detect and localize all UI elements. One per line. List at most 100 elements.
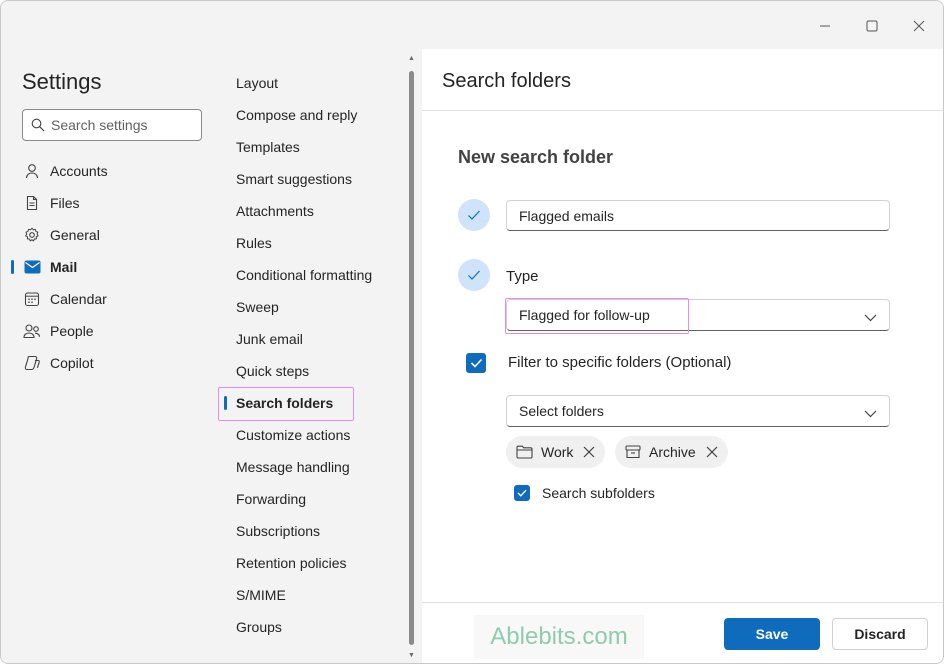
highlight-box bbox=[505, 298, 689, 334]
chip-label: Work bbox=[541, 444, 574, 460]
subnav-item-compose-and-reply[interactable]: Compose and reply bbox=[221, 99, 411, 131]
subnav-item-label: Junk email bbox=[236, 331, 303, 347]
subnav-item-junk-email[interactable]: Junk email bbox=[221, 323, 411, 355]
archive-icon bbox=[625, 445, 641, 459]
search-subfolders-checkbox[interactable] bbox=[514, 485, 530, 501]
file-icon bbox=[23, 194, 41, 212]
section-title: New search folder bbox=[458, 147, 614, 167]
type-dropdown[interactable]: Flagged for follow-up bbox=[505, 298, 890, 334]
filter-folders-checkbox[interactable] bbox=[466, 353, 486, 373]
nav-item-general[interactable]: General bbox=[1, 219, 221, 251]
subnav-scrollbar[interactable]: ▲ ▼ bbox=[407, 55, 415, 661]
type-label: Type bbox=[506, 268, 539, 285]
page-title: Search folders bbox=[442, 70, 571, 92]
checkmark-icon bbox=[470, 358, 482, 368]
minimize-button[interactable] bbox=[810, 11, 840, 41]
subnav-item-smime[interactable]: S/MIME bbox=[221, 579, 411, 611]
subnav-item-label: Conditional formatting bbox=[236, 267, 373, 283]
mail-icon bbox=[23, 258, 41, 276]
subnav-item-label: Retention policies bbox=[236, 555, 347, 571]
subnav-item-label: Smart suggestions bbox=[236, 171, 352, 187]
subnav-item-label: S/MIME bbox=[236, 587, 286, 603]
nav-item-label: Copilot bbox=[50, 355, 94, 371]
subnav-item-customize-actions[interactable]: Customize actions bbox=[221, 419, 411, 451]
folder-icon bbox=[516, 445, 533, 459]
subnav-item-search-folders[interactable]: Search folders bbox=[218, 387, 411, 421]
title-bar bbox=[1, 1, 943, 49]
panel-header: Search folders bbox=[422, 49, 943, 111]
subnav-item-label: Forwarding bbox=[236, 491, 307, 507]
subnav-item-rules[interactable]: Rules bbox=[221, 227, 411, 259]
subnav-item-smart-suggestions[interactable]: Smart suggestions bbox=[221, 163, 411, 195]
settings-window: Settings Accounts Files bbox=[0, 0, 944, 664]
folder-chip-work: Work bbox=[506, 436, 606, 468]
nav-item-copilot[interactable]: Copilot bbox=[1, 347, 221, 379]
select-folders-placeholder: Select folders bbox=[519, 403, 604, 419]
scroll-up-arrow-icon[interactable]: ▲ bbox=[408, 55, 415, 62]
nav-item-accounts[interactable]: Accounts bbox=[1, 155, 221, 187]
subnav-item-label: Rules bbox=[236, 235, 272, 251]
people-icon bbox=[23, 322, 41, 340]
maximize-button[interactable] bbox=[857, 11, 887, 41]
nav-item-files[interactable]: Files bbox=[1, 187, 221, 219]
subnav-item-message-handling[interactable]: Message handling bbox=[221, 451, 411, 483]
search-subfolders-label: Search subfolders bbox=[542, 485, 655, 501]
minimize-icon bbox=[820, 25, 830, 27]
watermark-logo: Ablebits.com bbox=[474, 615, 644, 659]
subnav-item-templates[interactable]: Templates bbox=[221, 131, 411, 163]
step-complete-icon bbox=[458, 259, 490, 291]
scroll-thumb[interactable] bbox=[409, 71, 414, 645]
remove-chip-button[interactable] bbox=[706, 446, 718, 458]
subnav-item-attachments[interactable]: Attachments bbox=[221, 195, 411, 227]
remove-chip-button[interactable] bbox=[583, 446, 595, 458]
checkmark-icon bbox=[517, 489, 527, 497]
subnav-item-groups[interactable]: Groups bbox=[221, 611, 411, 643]
nav-item-label: People bbox=[50, 323, 94, 339]
nav-item-people[interactable]: People bbox=[1, 315, 221, 347]
subnav-item-conditional-formatting[interactable]: Conditional formatting bbox=[221, 259, 411, 291]
chevron-down-icon bbox=[864, 405, 877, 421]
mail-settings-list: Layout Compose and reply Templates Smart… bbox=[218, 67, 411, 643]
nav-item-calendar[interactable]: Calendar bbox=[1, 283, 221, 315]
step-complete-icon bbox=[458, 199, 490, 231]
search-folders-panel: Search folders New search folder Type Fl… bbox=[422, 49, 943, 663]
select-folders-dropdown[interactable]: Select folders bbox=[506, 395, 890, 427]
subnav-item-retention-policies[interactable]: Retention policies bbox=[221, 547, 411, 579]
scroll-down-arrow-icon[interactable]: ▼ bbox=[408, 652, 415, 659]
highlight-box bbox=[218, 387, 354, 421]
chip-label: Archive bbox=[649, 444, 696, 460]
maximize-icon bbox=[866, 20, 878, 32]
subnav-item-subscriptions[interactable]: Subscriptions bbox=[221, 515, 411, 547]
subnav-item-label: Layout bbox=[236, 75, 279, 91]
nav-item-label: Files bbox=[50, 195, 80, 211]
subnav-item-label: Groups bbox=[236, 619, 282, 635]
chevron-down-icon bbox=[864, 309, 877, 325]
search-input[interactable] bbox=[51, 117, 191, 133]
nav-item-label: Accounts bbox=[50, 163, 108, 179]
folder-name-input[interactable] bbox=[506, 200, 890, 231]
search-box[interactable] bbox=[22, 109, 202, 141]
subnav-item-label: Compose and reply bbox=[236, 107, 358, 123]
nav-item-label: General bbox=[50, 227, 100, 243]
subnav-item-forwarding[interactable]: Forwarding bbox=[221, 483, 411, 515]
nav-item-label: Calendar bbox=[50, 291, 107, 307]
subnav-item-label: Templates bbox=[236, 139, 300, 155]
copilot-icon bbox=[23, 354, 41, 372]
filter-folders-label: Filter to specific folders (Optional) bbox=[508, 354, 732, 371]
subnav-item-sweep[interactable]: Sweep bbox=[221, 291, 411, 323]
discard-button[interactable]: Discard bbox=[832, 618, 928, 650]
gear-icon bbox=[23, 226, 41, 244]
close-button[interactable] bbox=[904, 11, 934, 41]
calendar-icon bbox=[23, 290, 41, 308]
subnav-item-label: Customize actions bbox=[236, 427, 351, 443]
dismiss-icon bbox=[583, 446, 595, 458]
settings-title: Settings bbox=[22, 69, 102, 94]
mail-subnav: Layout Compose and reply Templates Smart… bbox=[218, 49, 419, 663]
subnav-item-layout[interactable]: Layout bbox=[221, 67, 411, 99]
panel-footer: Ablebits.com Save Discard bbox=[422, 602, 943, 663]
nav-item-label: Mail bbox=[50, 259, 78, 275]
subnav-item-quick-steps[interactable]: Quick steps bbox=[221, 355, 411, 387]
save-button[interactable]: Save bbox=[724, 618, 820, 650]
nav-item-mail[interactable]: Mail bbox=[1, 251, 221, 283]
settings-sidebar: Settings Accounts Files bbox=[1, 49, 221, 663]
